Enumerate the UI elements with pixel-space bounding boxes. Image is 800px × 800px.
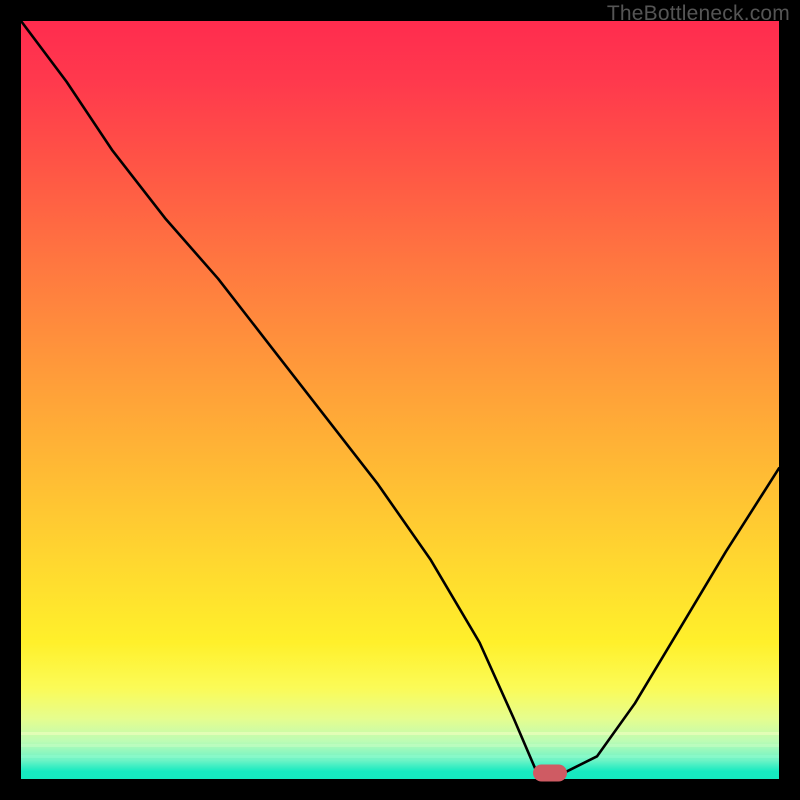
chart-frame: TheBottleneck.com <box>0 0 800 800</box>
bottleneck-curve <box>21 21 779 779</box>
optimal-marker <box>533 764 567 781</box>
plot-area <box>21 21 779 779</box>
